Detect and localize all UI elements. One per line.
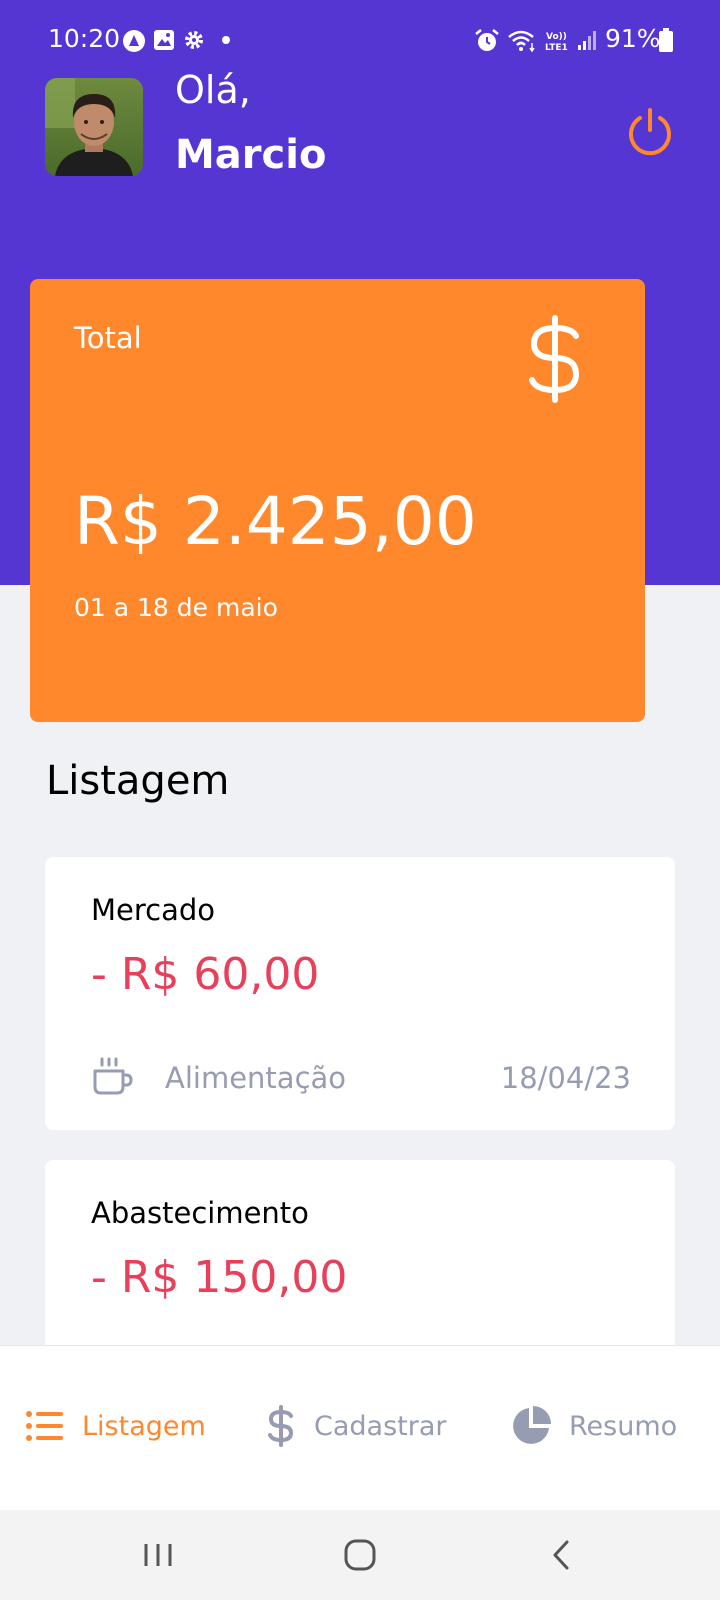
list-title: Listagem: [46, 758, 230, 804]
tab-cadastrar[interactable]: Cadastrar: [266, 1401, 446, 1451]
total-period: 01 a 18 de maio: [74, 593, 278, 622]
settings-gear-icon: [185, 31, 203, 49]
bottom-tab-bar: Listagem Cadastrar Resumo: [0, 1345, 720, 1510]
svg-text:Vo)): Vo)): [546, 32, 567, 42]
transaction-title: Mercado: [91, 893, 216, 927]
user-photo: [45, 78, 143, 176]
svg-text:LTE1: LTE1: [545, 43, 568, 53]
home-icon[interactable]: [335, 1532, 385, 1578]
wifi-icon: [508, 30, 535, 53]
transaction-amount: - R$ 60,00: [91, 949, 320, 1000]
total-amount: R$ 2.425,00: [74, 483, 477, 560]
user-name: Marcio: [175, 132, 327, 178]
greeting: Olá,: [175, 68, 251, 112]
dollar-sign-icon: [268, 1405, 294, 1447]
gallery-icon: [154, 30, 174, 50]
tab-label: Resumo: [569, 1410, 678, 1442]
transaction-amount: - R$ 150,00: [91, 1252, 348, 1303]
list-icon: [26, 1411, 63, 1441]
battery-icon: [659, 28, 673, 52]
signal-icon: [578, 31, 596, 50]
back-icon[interactable]: [537, 1532, 587, 1578]
power-icon[interactable]: [624, 106, 676, 158]
system-nav-bar: [0, 1510, 720, 1600]
volte-icon: Vo)) LTE1: [545, 32, 568, 53]
recent-apps-icon[interactable]: [133, 1532, 183, 1578]
avatar: [45, 78, 143, 176]
tab-label: Listagem: [82, 1410, 206, 1442]
total-card: Total R$ 2.425,00 01 a 18 de maio: [30, 279, 645, 722]
tab-label: Cadastrar: [314, 1410, 447, 1442]
status-time: 10:20: [48, 24, 121, 53]
transaction-title: Abastecimento: [91, 1196, 309, 1230]
total-label: Total: [74, 321, 142, 355]
dollar-sign-icon: [529, 315, 580, 403]
tab-resumo[interactable]: Resumo: [511, 1401, 677, 1451]
notification-dot-icon: [222, 36, 230, 44]
status-bar: 10:20 Vo)) LTE1 91%: [0, 0, 720, 80]
transaction-category: Alimentação: [165, 1061, 347, 1095]
alarm-icon: [475, 29, 499, 51]
pie-chart-icon: [513, 1406, 551, 1444]
app-notification-icon: [123, 30, 145, 52]
battery-percent: 91%: [605, 24, 661, 53]
coffee-icon: [93, 1057, 133, 1095]
transaction-date: 18/04/23: [500, 1061, 631, 1095]
tab-listagem[interactable]: Listagem: [26, 1401, 206, 1451]
transaction-card[interactable]: Mercado - R$ 60,00 Alimentação 18/04/23: [45, 857, 675, 1130]
